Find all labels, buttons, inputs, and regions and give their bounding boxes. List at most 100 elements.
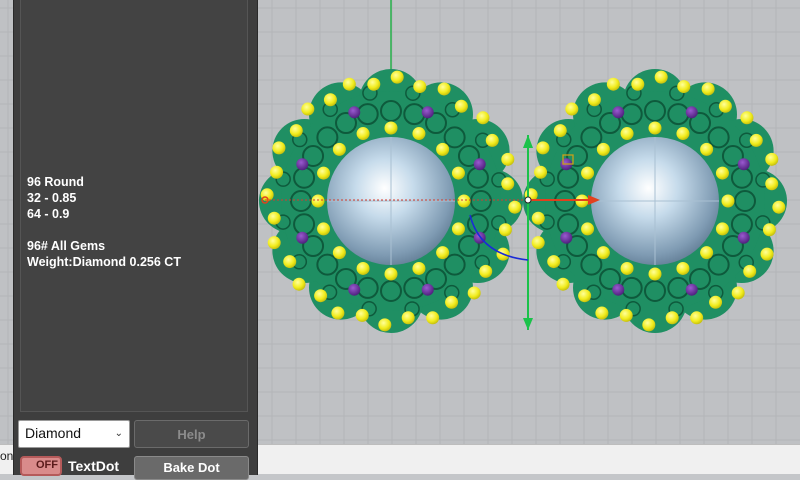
diamond [323,93,337,107]
diamond [715,166,729,180]
gumball-center[interactable] [524,196,532,204]
textdot-toggle[interactable]: OFF [20,456,62,476]
left-earring[interactable] [259,69,523,333]
diamond [606,77,620,91]
diamond [762,223,776,237]
amethyst [685,106,698,119]
diamond [581,166,595,180]
diamond [534,165,548,179]
diamond [581,222,595,236]
amethyst [473,158,486,171]
diamond [311,194,325,208]
diamond [620,127,634,141]
gumball-y-arrow-up[interactable] [523,135,533,148]
diamond [367,77,381,91]
diamond [665,311,679,325]
bake-dot-button[interactable]: Bake Dot [134,456,249,480]
status-text: on [0,449,14,463]
diamond [498,223,512,237]
amethyst [421,106,434,119]
diamond [721,194,735,208]
diamond [301,102,315,116]
diamond [467,286,481,300]
amethyst [560,231,573,244]
diamond [553,124,567,138]
diamond [654,70,668,84]
help-button[interactable]: Help [134,420,249,448]
diamond [731,286,745,300]
diamond [342,77,356,91]
diamond [436,246,450,260]
info-display: 96 Round 32 - 0.85 64 - 0.9 96# All Gems We… [20,0,248,412]
diamond [401,311,415,325]
gem-info-text: 96 Round 32 - 0.85 64 - 0.9 96# All Gems We… [27,174,181,270]
diamond [749,133,763,147]
diamond [317,222,331,236]
diamond [508,200,522,214]
diamond [547,255,561,269]
diamond [356,261,370,275]
diamond [317,166,331,180]
diamond [587,93,601,107]
amethyst [296,158,309,171]
gem-calculator-panel: 96 Round 32 - 0.85 64 - 0.9 96# All Gems We… [13,0,258,480]
diamond [445,295,459,309]
diamond [451,222,465,236]
diamond [676,261,690,275]
diamond [709,295,723,309]
amethyst [612,283,625,296]
diamond [740,111,754,125]
diamond [501,177,515,191]
diamond [676,127,690,141]
info-line: 32 - 0.85 [27,191,77,205]
info-line: 64 - 0.9 [27,207,70,221]
diamond [631,77,645,91]
diamond [384,121,398,135]
diamond [457,194,471,208]
diamond [451,166,465,180]
diamond [283,255,297,269]
diamond [760,247,774,261]
gem-type-dropdown[interactable]: Diamond ⌄ [18,420,130,448]
diamond [531,236,545,250]
amethyst [348,106,361,119]
diamond [267,211,281,225]
diamond [565,102,579,116]
diamond [332,246,346,260]
diamond [715,222,729,236]
diamond [620,261,634,275]
diamond [437,82,451,96]
diamond [412,127,426,141]
diamond [436,142,450,156]
diamond [476,111,490,125]
diamond [270,165,284,179]
diamond [743,264,757,278]
diamond [355,308,369,322]
info-line: Weight:Diamond 0.256 CT [27,255,181,269]
diamond [642,318,656,332]
diamond [718,99,732,113]
diamond [413,80,427,94]
diamond [765,152,779,166]
textdot-label: TextDot [68,458,120,474]
diamond [772,200,786,214]
diamond [314,289,328,303]
diamond [648,267,662,281]
diamond [596,246,610,260]
diamond [378,318,392,332]
diamond [390,70,404,84]
diamond [701,82,715,96]
chevron-down-icon: ⌄ [114,428,123,439]
diamond [426,311,440,325]
diamond [332,142,346,156]
amethyst [685,283,698,296]
diamond [485,133,499,147]
diamond [596,142,610,156]
info-line: 96# All Gems [27,239,106,253]
diamond [700,246,714,260]
diamond [479,264,493,278]
amethyst [737,158,750,171]
diamond [556,277,570,291]
info-line [27,222,181,238]
gumball-y-arrow-down[interactable] [523,318,533,330]
